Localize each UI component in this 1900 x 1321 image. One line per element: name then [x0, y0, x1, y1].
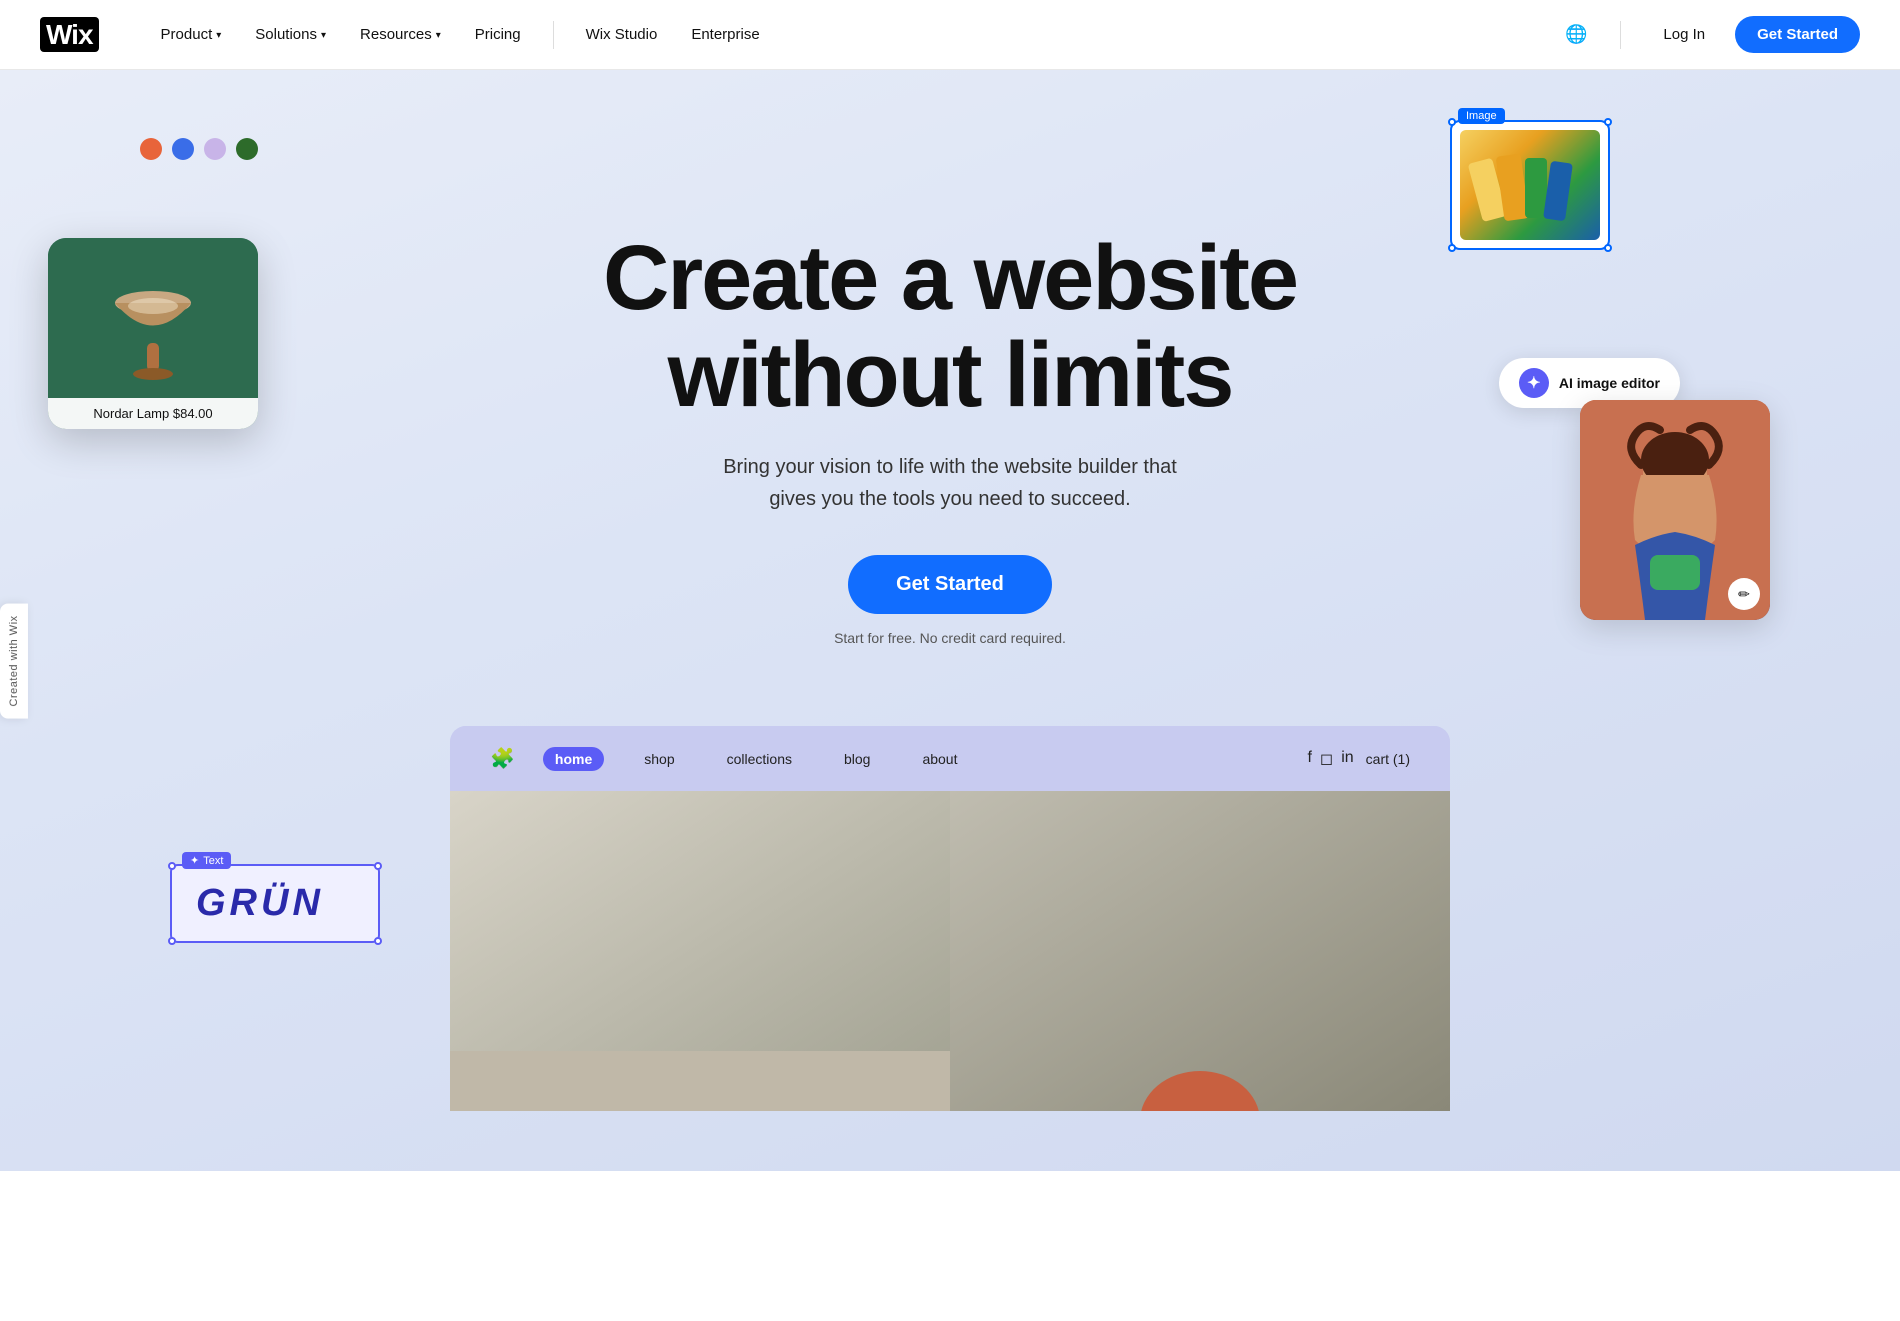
cart-label[interactable]: cart (1) — [1366, 751, 1410, 767]
handle-tl — [168, 862, 176, 870]
wix-logo[interactable]: Wix — [40, 19, 99, 51]
color-dot-orange — [140, 138, 162, 160]
ai-star-icon: ✦ — [1519, 368, 1549, 398]
nav-wix-studio[interactable]: Wix Studio — [572, 18, 672, 51]
site-preview-nav: 🧩 home shop collections blog about f ◻ i… — [450, 726, 1450, 791]
site-nav-blog[interactable]: blog — [832, 747, 882, 771]
handle-br — [374, 937, 382, 945]
hero-section: Nordar Lamp $84.00 ✦ Text GRÜN Image — [0, 70, 1900, 1171]
color-dot-green — [236, 138, 258, 160]
color-dot-lavender — [204, 138, 226, 160]
nav-pricing[interactable]: Pricing — [461, 18, 535, 51]
site-nav-right: f ◻ in cart (1) — [1307, 749, 1410, 769]
grun-text-widget: ✦ Text GRÜN — [170, 864, 380, 943]
handle-corner-tl — [1448, 118, 1456, 126]
ai-editor-label: AI image editor — [1559, 375, 1660, 391]
person-photo-card: ✏ — [1580, 400, 1770, 620]
lamp-product-card: Nordar Lamp $84.00 — [48, 238, 258, 429]
logo-text: Wix — [40, 17, 99, 52]
text-widget-label: ✦ Text — [182, 852, 231, 869]
lamp-label: Nordar Lamp $84.00 — [48, 398, 258, 429]
site-nav-about[interactable]: about — [910, 747, 969, 771]
hero-free-text: Start for free. No credit card required. — [603, 630, 1297, 646]
preview-right-illustration — [950, 791, 1450, 1111]
hero-subtitle: Bring your vision to life with the websi… — [700, 451, 1200, 515]
nav-product[interactable]: Product ▾ — [147, 18, 236, 51]
color-dots — [140, 138, 258, 160]
nav-resources[interactable]: Resources ▾ — [346, 18, 455, 51]
image-widget-label: Image — [1458, 108, 1505, 124]
site-nav-shop[interactable]: shop — [632, 747, 686, 771]
hero-content: Create a website without limits Bring yo… — [603, 230, 1297, 646]
chevron-down-icon: ▾ — [436, 30, 441, 41]
navbar: Wix Product ▾ Solutions ▾ Resources ▾ Pr… — [0, 0, 1900, 70]
created-with-wix-label: Created with Wix — [0, 603, 28, 718]
login-button[interactable]: Log In — [1649, 18, 1719, 51]
hero-title: Create a website without limits — [603, 230, 1297, 423]
preview-image-left — [450, 791, 950, 1111]
handle-corner-bl — [1448, 244, 1456, 252]
fabric-illustration — [1465, 140, 1595, 230]
site-preview-image — [450, 791, 1450, 1111]
nav-divider — [553, 21, 554, 49]
grun-text-content: GRÜN — [196, 882, 354, 925]
nav-divider-2 — [1620, 21, 1621, 49]
lamp-illustration — [93, 248, 213, 388]
handle-bl — [168, 937, 176, 945]
ai-editor-card: ✦ AI image editor — [1499, 358, 1680, 408]
preview-image-right — [950, 791, 1450, 1111]
site-nav-collections[interactable]: collections — [715, 747, 804, 771]
instagram-icon: ◻ — [1320, 749, 1333, 769]
nav-right: 🌐 Log In Get Started — [1560, 16, 1860, 53]
chevron-down-icon: ▾ — [216, 30, 221, 41]
linkedin-icon: in — [1341, 749, 1353, 769]
puzzle-icon: 🧩 — [490, 746, 515, 771]
lamp-card-image — [48, 238, 258, 398]
nav-enterprise[interactable]: Enterprise — [677, 18, 773, 51]
handle-corner-tr — [1604, 118, 1612, 126]
facebook-icon: f — [1307, 749, 1311, 769]
person-image: ✏ — [1580, 400, 1770, 620]
handle-tr — [374, 862, 382, 870]
site-preview: 🧩 home shop collections blog about f ◻ i… — [450, 726, 1450, 1111]
image-widget: Image — [1450, 120, 1610, 250]
chevron-down-icon: ▾ — [321, 30, 326, 41]
person-illustration — [1580, 400, 1770, 620]
image-widget-thumbnail — [1460, 130, 1600, 240]
site-nav-home[interactable]: home — [543, 747, 604, 771]
nav-links: Product ▾ Solutions ▾ Resources ▾ Pricin… — [147, 18, 1561, 51]
handle-corner-br — [1604, 244, 1612, 252]
language-button[interactable]: 🌐 — [1560, 19, 1592, 51]
color-dot-blue — [172, 138, 194, 160]
hero-cta-button[interactable]: Get Started — [848, 555, 1052, 614]
social-icons: f ◻ in — [1307, 749, 1353, 769]
get-started-nav-button[interactable]: Get Started — [1735, 16, 1860, 53]
nav-solutions[interactable]: Solutions ▾ — [241, 18, 340, 51]
person-edit-button[interactable]: ✏ — [1728, 578, 1760, 610]
preview-left-illustration — [450, 791, 950, 1111]
asterisk-icon: ✦ — [190, 854, 199, 867]
